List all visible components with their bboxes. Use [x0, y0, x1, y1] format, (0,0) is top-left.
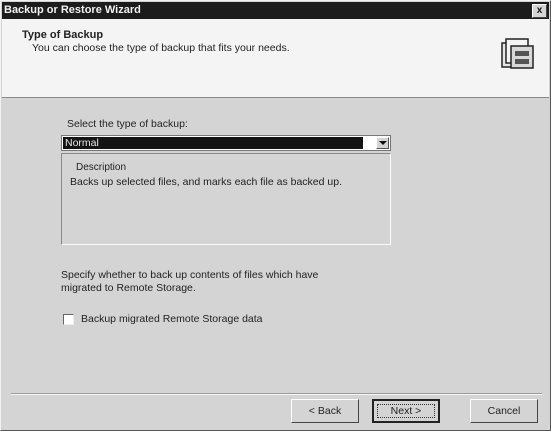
chevron-down-icon[interactable] — [376, 137, 389, 149]
remote-storage-note-line2: migrated to Remote Storage. — [61, 282, 196, 294]
backup-type-value: Normal — [63, 137, 363, 149]
backup-type-label: Select the type of backup: — [67, 118, 188, 130]
remote-storage-checkbox-label[interactable]: Backup migrated Remote Storage data — [81, 313, 263, 325]
remote-storage-checkbox[interactable] — [63, 314, 74, 325]
description-text: Backs up selected files, and marks each … — [70, 176, 342, 188]
description-title: Description — [76, 162, 127, 173]
next-button[interactable]: Next > — [372, 399, 440, 423]
close-button[interactable]: x — [532, 4, 547, 18]
close-icon: x — [536, 5, 543, 16]
description-group: Description Backs up selected files, and… — [61, 153, 391, 245]
title-bar[interactable]: Backup or Restore Wizard x — [2, 2, 549, 19]
page-subtitle: You can choose the type of backup that f… — [32, 42, 290, 54]
backup-type-select[interactable]: Normal — [61, 135, 391, 151]
button-separator — [11, 393, 542, 395]
wizard-window: Backup or Restore Wizard x Type of Backu… — [0, 0, 551, 431]
cancel-button[interactable]: Cancel — [470, 399, 538, 423]
back-button[interactable]: < Back — [291, 399, 359, 423]
wizard-header: Type of Backup You can choose the type o… — [2, 19, 549, 98]
window-title: Backup or Restore Wizard — [4, 4, 141, 16]
page-title: Type of Backup — [22, 29, 104, 41]
remote-storage-note-line1: Specify whether to back up contents of f… — [61, 269, 319, 281]
backup-icon — [501, 38, 534, 69]
